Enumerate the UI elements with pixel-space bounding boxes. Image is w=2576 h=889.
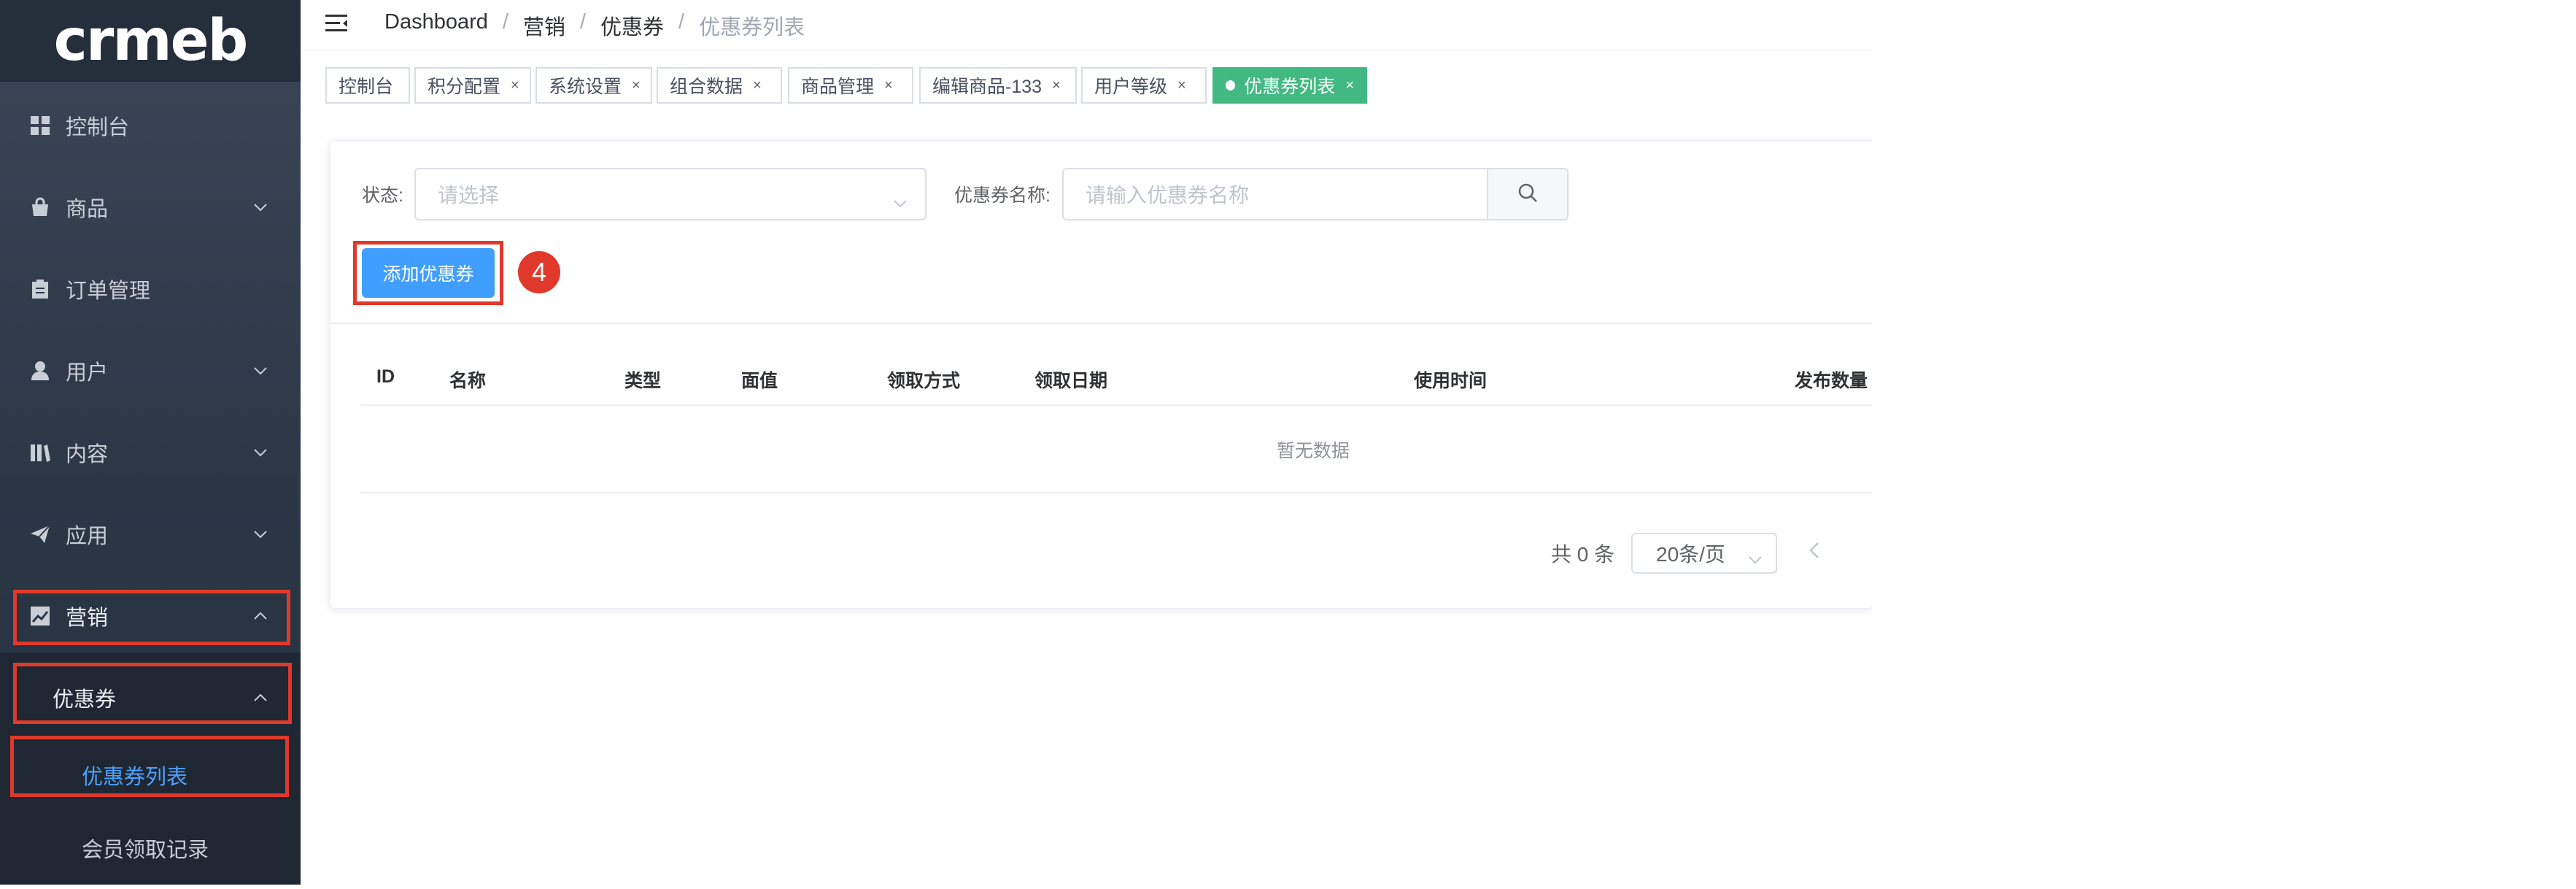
sidebar-item-label: 订单管理 [66, 280, 151, 303]
user-icon [29, 360, 51, 382]
paper-plane-icon [29, 523, 51, 545]
dashboard-grid-icon [29, 115, 51, 136]
divider [330, 323, 1872, 324]
tag-points-config[interactable]: 积分配置 × [414, 67, 531, 104]
chevron-down-icon [253, 200, 268, 215]
column-header-claim-date: 领取日期 [1034, 371, 1108, 391]
tag-label: 积分配置 [428, 77, 501, 97]
prev-page-icon[interactable] [1809, 542, 1819, 563]
tag-edit-goods[interactable]: 编辑商品-133 × [919, 67, 1077, 104]
highlight-box-1 [13, 590, 290, 645]
coupon-name-input[interactable]: 请输入优惠券名称 [1062, 168, 1488, 220]
sidebar-item-label: 应用 [66, 525, 109, 548]
chevron-down-icon [253, 363, 268, 378]
sidebar-item-users[interactable]: 用户 [0, 330, 301, 412]
tag-dashboard[interactable]: 控制台 [325, 67, 410, 104]
tag-label: 用户等级 [1094, 77, 1168, 97]
close-icon[interactable]: × [753, 77, 762, 94]
sidebar-item-label: 控制台 [66, 116, 130, 139]
highlight-box-3 [10, 736, 289, 797]
column-header-claim-method: 领取方式 [887, 371, 961, 391]
page-size-select[interactable]: 20条/页 [1631, 533, 1777, 574]
menu-collapse-icon[interactable] [325, 13, 349, 37]
column-header-use-time: 使用时间 [1414, 371, 1488, 391]
breadcrumb-item[interactable]: Dashboard [384, 10, 488, 41]
tag-label: 编辑商品-133 [932, 77, 1043, 97]
tag-label: 控制台 [339, 77, 394, 97]
close-icon[interactable]: × [1345, 77, 1354, 94]
column-header-face-value: 面值 [741, 371, 778, 391]
highlight-box-2 [13, 663, 292, 724]
breadcrumb: Dashboard / 营销 / 优惠券 / 优惠券列表 [384, 10, 805, 41]
chevron-down-icon [253, 445, 268, 460]
pagination-total: 共 0 条 [1551, 543, 1615, 566]
status-label: 状态: [362, 185, 403, 206]
tag-coupon-list[interactable]: 优惠券列表 × [1212, 67, 1367, 104]
top-header: Dashboard / 营销 / 优惠券 / 优惠券列表 [301, 0, 1872, 50]
sidebar-item-label: 内容 [66, 443, 109, 466]
tag-combined-data[interactable]: 组合数据 × [657, 67, 782, 104]
coupon-name-placeholder: 请输入优惠券名称 [1086, 184, 1250, 207]
sidebar-subitem-claim-records[interactable]: 会员领取记录 [0, 807, 301, 889]
sidebar-item-label: 商品 [66, 198, 109, 221]
sidebar-item-content[interactable]: 内容 [0, 412, 301, 493]
coupon-name-label: 优惠券名称: [954, 185, 1051, 206]
tags-view-bar: 控制台 积分配置 × 系统设置 × 组合数据 × 商品管理 × 编辑商品-133… [301, 63, 1872, 113]
tag-user-level[interactable]: 用户等级 × [1081, 67, 1207, 104]
close-icon[interactable]: × [884, 77, 893, 94]
table-header-divider [360, 404, 1872, 406]
column-header-id: ID [376, 366, 395, 387]
sidebar-item-dashboard[interactable]: 控制台 [0, 85, 301, 166]
tag-system-settings[interactable]: 系统设置 × [535, 67, 652, 104]
shopping-bag-icon [29, 196, 51, 218]
tag-label: 优惠券列表 [1244, 77, 1336, 97]
breadcrumb-item[interactable]: 营销 [523, 10, 565, 41]
search-icon [1517, 182, 1539, 207]
logo-bar: crmeb [0, 0, 301, 82]
chevron-down-icon [253, 527, 268, 542]
clipboard-icon [29, 278, 51, 300]
app-logo[interactable]: crmeb [54, 8, 249, 74]
sidebar-item-apps[interactable]: 应用 [0, 493, 301, 575]
annotation-badge-4: 4 [518, 251, 560, 293]
chevron-down-icon [1748, 546, 1763, 569]
chevron-down-icon [893, 190, 908, 213]
status-placeholder: 请选择 [438, 184, 500, 207]
tag-label: 系统设置 [549, 77, 622, 97]
active-dot-icon [1226, 80, 1236, 91]
close-icon[interactable]: × [511, 77, 519, 94]
breadcrumb-item[interactable]: 优惠券 [600, 10, 664, 41]
tag-goods-management[interactable]: 商品管理 × [788, 67, 913, 104]
search-button[interactable] [1487, 168, 1569, 220]
close-icon[interactable]: × [1052, 77, 1061, 94]
column-header-type: 类型 [624, 371, 662, 391]
empty-text: 暂无数据 [1277, 441, 1350, 461]
sidebar-item-orders[interactable]: 订单管理 [0, 248, 301, 330]
tag-label: 组合数据 [670, 77, 743, 97]
tag-label: 商品管理 [801, 77, 875, 97]
table-bottom-divider [360, 492, 1872, 493]
breadcrumb-current: 优惠券列表 [699, 16, 805, 39]
sidebar-item-label: 会员领取记录 [82, 839, 209, 862]
sidebar-item-label: 用户 [66, 361, 109, 385]
outside-gutter [1872, 0, 2576, 885]
status-select[interactable]: 请选择 [414, 168, 927, 220]
close-icon[interactable]: × [632, 77, 641, 94]
library-icon [29, 442, 51, 463]
column-header-name: 名称 [449, 371, 487, 391]
sidebar-item-goods[interactable]: 商品 [0, 166, 301, 248]
column-header-issue-count: 发布数量 [1795, 371, 1868, 391]
page-size-value: 20条/页 [1656, 543, 1725, 566]
add-coupon-button[interactable]: 添加优惠券 [362, 248, 495, 298]
close-icon[interactable]: × [1177, 77, 1186, 94]
